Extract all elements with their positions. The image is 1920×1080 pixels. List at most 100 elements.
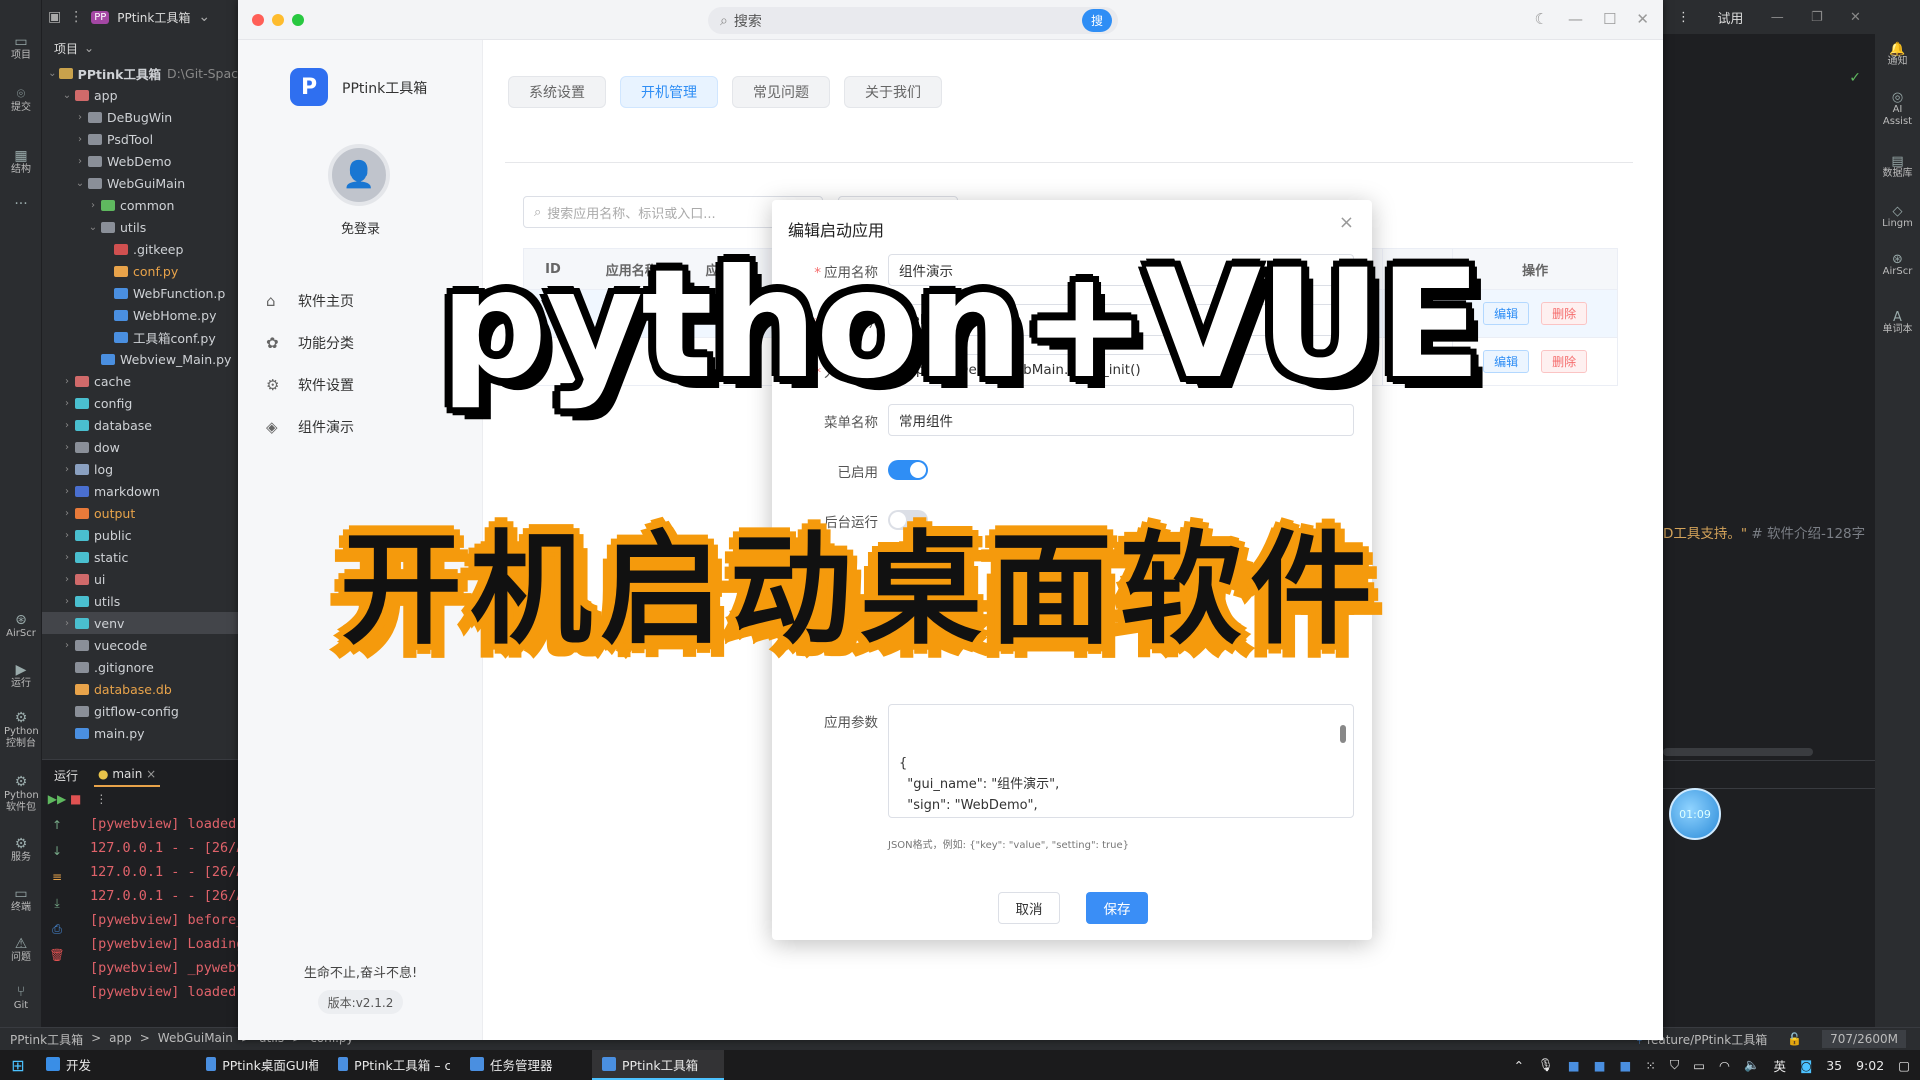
app-tray-icon[interactable]: ■ [1620, 1058, 1632, 1073]
chevron-right-icon[interactable]: › [61, 618, 73, 629]
tree-item[interactable]: ⌄ app [42, 84, 238, 106]
horizontal-scrollbar[interactable] [1663, 748, 1813, 756]
clock[interactable]: 9:02 [1856, 1058, 1884, 1073]
maximize-icon[interactable]: ☐ [1603, 10, 1616, 28]
volume-level[interactable]: 35 [1826, 1058, 1842, 1073]
chevron-right-icon[interactable]: › [87, 200, 99, 211]
avatar[interactable]: 👤 [328, 144, 390, 206]
tree-item[interactable]: Webview_Main.py [42, 348, 238, 370]
toolwindow-button[interactable]: ⊛ AirScr [1877, 253, 1918, 278]
toolwindow-button[interactable]: ⌾ 提交 [4, 87, 38, 114]
taskbar-item[interactable]: 任务管理器 [460, 1050, 592, 1080]
tree-item[interactable]: › venv [42, 612, 238, 634]
global-search-input[interactable]: ⌕ 搜索 搜 [708, 7, 1118, 34]
breadcrumb-item[interactable]: app [109, 1031, 132, 1048]
tree-item[interactable]: › public [42, 524, 238, 546]
toolwindow-button[interactable]: ▤ 数据库 [1877, 155, 1918, 180]
chevron-down-icon[interactable]: ⌄ [74, 178, 86, 189]
chevron-down-icon[interactable]: ⌄ [87, 222, 99, 233]
minimize-icon[interactable]: — [1568, 10, 1583, 28]
taskbar-item[interactable]: PPtink工具箱 [592, 1050, 724, 1080]
toolwindow-button[interactable]: ⚠ 问题 [4, 937, 38, 964]
restore-icon[interactable]: ❐ [1811, 10, 1823, 25]
toolwindow-button[interactable]: ◇ Lingm [1877, 205, 1918, 230]
chevron-right-icon[interactable]: › [61, 398, 73, 409]
wifi-icon[interactable]: ◠ [1719, 1058, 1730, 1073]
taskbar-item[interactable]: PPtink工具箱 – conf.... [328, 1050, 460, 1080]
tree-item[interactable]: › database [42, 414, 238, 436]
breadcrumb-item[interactable]: WebGuiMain [158, 1031, 233, 1048]
print-icon[interactable]: ⎙ [42, 922, 72, 948]
tree-header[interactable]: 项目 ⌄ [42, 34, 238, 62]
app-tray-icon[interactable]: ■ [1594, 1058, 1606, 1073]
tree-item[interactable]: › DeBugWin [42, 106, 238, 128]
toolwindow-button[interactable]: ▶ 运行 [4, 663, 38, 690]
tree-item[interactable]: › log [42, 458, 238, 480]
more-icon[interactable]: ⋮ [1677, 10, 1690, 25]
notification-icon[interactable]: ▢ [1898, 1058, 1910, 1073]
tree-item[interactable]: › vuecode [42, 634, 238, 656]
toolwindow-button[interactable]: ⑂ Git [4, 985, 38, 1012]
close-window-button[interactable] [252, 14, 264, 26]
chevron-right-icon[interactable]: › [61, 376, 73, 387]
tree-item[interactable]: › ui [42, 568, 238, 590]
chevron-right-icon[interactable]: › [74, 156, 86, 167]
rerun-icon[interactable]: ▶▶ [42, 792, 72, 818]
tree-item[interactable]: › utils [42, 590, 238, 612]
tree-item[interactable]: gitflow-config [42, 700, 238, 722]
shield-icon[interactable]: ⛉ [1670, 1057, 1679, 1073]
search-button[interactable]: 搜 [1082, 9, 1112, 32]
cancel-button[interactable]: 取消 [998, 892, 1060, 924]
edit-button[interactable]: 编辑 [1483, 302, 1530, 325]
tab[interactable]: 常见问题 [732, 76, 830, 108]
sidebar-item[interactable]: ✿ 功能分类 [266, 322, 354, 364]
tree-item[interactable]: ⌄ WebGuiMain [42, 172, 238, 194]
close-icon[interactable]: × [146, 767, 156, 781]
taskbar-item-dev[interactable]: 开发 [36, 1050, 196, 1080]
chevron-right-icon[interactable]: › [61, 420, 73, 431]
tree-item[interactable]: › dow [42, 436, 238, 458]
tree-item[interactable]: main.py [42, 722, 238, 744]
wrap-icon[interactable]: ≡ [42, 870, 72, 896]
toolwindow-button[interactable]: ⚙ 服务 [4, 837, 38, 864]
scroll-end-icon[interactable]: ⤓ [42, 896, 72, 922]
minimize-icon[interactable]: — [1771, 10, 1784, 25]
tree-item[interactable]: .gitkeep [42, 238, 238, 260]
chevron-down-icon[interactable]: ⌄ [198, 9, 210, 25]
lock-icon[interactable]: 🔓 [1787, 1032, 1802, 1046]
taskbar-item[interactable]: PPtink桌面GUI框架 -... [196, 1050, 328, 1080]
toolwindow-button[interactable]: ··· [4, 197, 38, 212]
tree-item[interactable]: › markdown [42, 480, 238, 502]
ide-menu-icon[interactable]: ⋮ [69, 9, 83, 25]
sidebar-item[interactable]: ⌂ 软件主页 [266, 280, 354, 322]
toolwindow-button[interactable]: ▭ 项目 [4, 35, 38, 62]
toolwindow-button[interactable]: ⊛ AirScr [4, 613, 38, 640]
grid-icon[interactable]: ⁙ [1645, 1058, 1655, 1073]
timer-widget[interactable]: 01:09 [1669, 788, 1721, 840]
delete-button[interactable]: 删除 [1541, 302, 1588, 325]
chevron-up-icon[interactable]: ⌃ [1514, 1058, 1524, 1073]
toolwindow-button[interactable]: ▭ 终端 [4, 887, 38, 914]
toolwindow-button[interactable]: ◎ AI Assist [1877, 91, 1918, 128]
minimize-window-button[interactable] [272, 14, 284, 26]
chevron-right-icon[interactable]: › [61, 552, 73, 563]
enabled-toggle[interactable] [888, 460, 928, 480]
run-tab-label[interactable]: 运行 [54, 767, 78, 784]
app-tray-icon[interactable]: ■ [1568, 1058, 1580, 1073]
close-icon[interactable]: ✕ [1850, 10, 1861, 25]
chevron-right-icon[interactable]: › [61, 640, 73, 651]
toolwindow-button[interactable]: ⚙ Python 控制台 [4, 711, 39, 750]
tree-item[interactable]: › cache [42, 370, 238, 392]
tree-item[interactable]: .gitignore [42, 656, 238, 678]
windows-start-icon[interactable]: ⊞ [0, 1050, 36, 1080]
chevron-right-icon[interactable]: › [61, 574, 73, 585]
tree-item[interactable]: › PsdTool [42, 128, 238, 150]
breadcrumb-item[interactable]: PPtink工具箱 [10, 1031, 83, 1048]
tree-item[interactable]: database.db [42, 678, 238, 700]
chevron-right-icon[interactable]: › [61, 596, 73, 607]
toolwindow-button[interactable]: 🔔 通知 [1877, 43, 1918, 68]
chevron-right-icon[interactable]: › [61, 464, 73, 475]
delete-button[interactable]: 删除 [1541, 350, 1588, 373]
stop-icon[interactable]: ■ [70, 792, 81, 806]
down-arrow-icon[interactable]: ↓ [42, 844, 72, 870]
